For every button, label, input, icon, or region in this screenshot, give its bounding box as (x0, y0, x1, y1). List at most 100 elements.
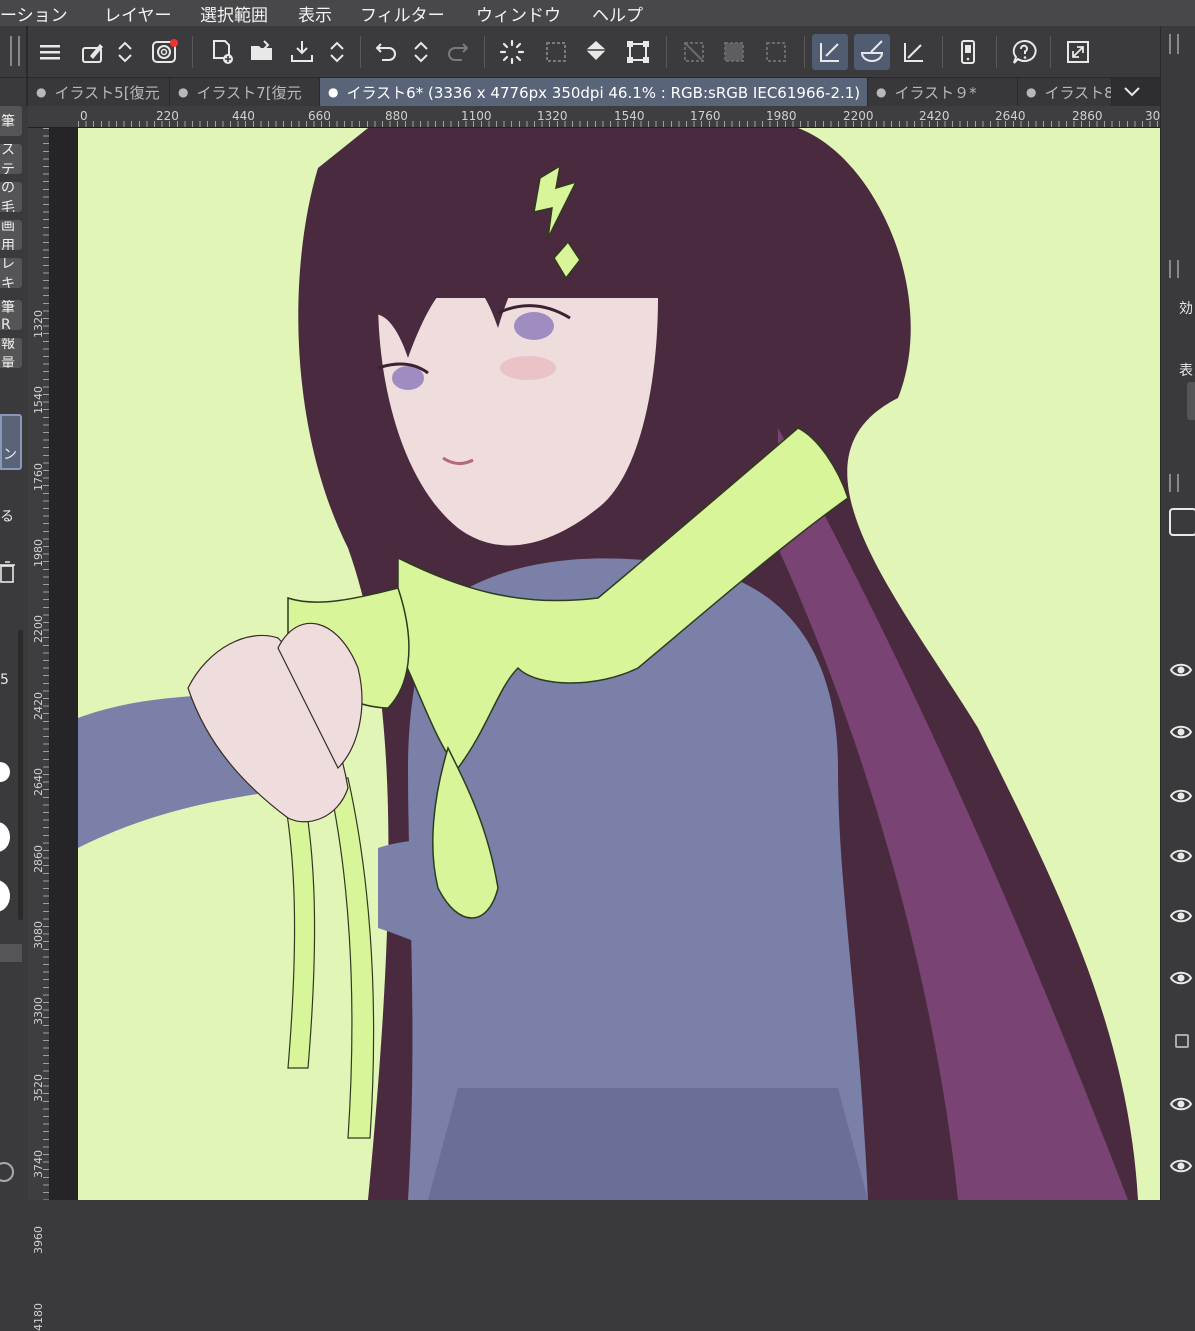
menu-item-selection[interactable]: 選択範囲 (200, 1, 268, 26)
brush-item[interactable]: 画用 (0, 220, 22, 250)
brush-item-label: 筆R (1, 300, 15, 330)
tab-dot-icon: ● (876, 85, 887, 99)
eye-icon[interactable] (1169, 1092, 1193, 1116)
layer-property-box[interactable] (1187, 382, 1195, 420)
brush-item[interactable]: レキ (0, 258, 22, 288)
ruler-ticks (43, 128, 49, 1200)
menu-item-help[interactable]: ヘルプ (592, 1, 643, 26)
menu-icon[interactable] (32, 34, 68, 70)
tab-dot-icon: ● (36, 85, 47, 99)
tab-dot-icon: ● (178, 85, 189, 99)
ruler-icon[interactable] (896, 34, 932, 70)
ruler-label: 3960 (32, 1226, 45, 1254)
brush-item[interactable]: 筆R (0, 300, 22, 330)
transform-icon[interactable] (620, 34, 656, 70)
clear-selection-icon[interactable] (758, 34, 794, 70)
selection-icon[interactable] (538, 34, 574, 70)
horizontal-ruler: 0 220 440 660 880 1100 1320 1540 1760 19… (28, 106, 1160, 128)
toolbar-divider (666, 36, 667, 68)
tab-label: イラスト8 (1044, 83, 1112, 102)
illustration-canvas[interactable] (78, 128, 1160, 1200)
fill-icon[interactable] (578, 34, 614, 70)
tab-label: イラスト5[復元 (54, 83, 160, 102)
panel-label: る (0, 509, 14, 525)
menu-item-filter[interactable]: フィルター (360, 1, 445, 26)
tab-label: イラスト7[復元 (196, 83, 302, 102)
trash-icon[interactable] (0, 560, 16, 584)
toolbar-divider (360, 36, 361, 68)
ruler-ticks (78, 121, 1160, 127)
brush-size-dot[interactable] (0, 822, 10, 852)
brush-item[interactable]: の毛 (0, 182, 22, 212)
eye-icon[interactable] (1169, 658, 1193, 682)
grip-icon[interactable] (1169, 34, 1179, 54)
pen-ruler-icon[interactable] (812, 34, 848, 70)
up-down-icon[interactable] (406, 34, 436, 70)
spiral-app-icon[interactable] (146, 34, 182, 70)
brush-item-label: の毛 (1, 182, 15, 212)
document-tab-bar: ● イラスト5[復元 ● イラスト7[復元 ● イラスト6* (3336 x 4776… (28, 78, 1160, 106)
help-icon[interactable] (1006, 34, 1042, 70)
brush-item[interactable]: 筆 (0, 106, 22, 136)
visibility-checkbox[interactable] (1175, 1034, 1189, 1048)
right-panel: 効 表 (1160, 26, 1195, 1200)
brush-size-dot[interactable] (0, 762, 10, 782)
eye-icon[interactable] (1169, 784, 1193, 808)
tab-illust-9[interactable]: ● イラスト９* (868, 78, 1018, 106)
grip-icon[interactable] (1169, 474, 1179, 492)
brush-item-selected[interactable]: ン (0, 414, 22, 470)
tab-label: イラスト９* (894, 83, 977, 102)
panel-label: 5 (0, 672, 9, 688)
brush-item[interactable]: 報量 (0, 338, 22, 368)
tab-overflow-chevron-icon[interactable] (1112, 78, 1152, 106)
fill-selection-icon[interactable] (716, 34, 752, 70)
grip-icon[interactable] (10, 36, 20, 66)
tab-illust-8[interactable]: ● イラスト8 (1018, 78, 1112, 106)
brush-item-label: ン (3, 447, 17, 463)
vertical-ruler: 1320 1540 1760 1980 2200 2420 2640 2860 … (28, 128, 50, 1331)
grip-icon[interactable] (1169, 260, 1179, 278)
menu-item-animation[interactable]: ーション (0, 1, 68, 26)
illustration (78, 128, 1138, 1200)
brush-edit-icon[interactable] (74, 34, 110, 70)
toolbar-divider (1050, 36, 1051, 68)
brush-bowl-icon[interactable] (854, 34, 890, 70)
brush-item-label: 筆 (1, 114, 15, 130)
eye-icon[interactable] (1169, 904, 1193, 928)
tab-label: イラスト6* (3336 x 4776px 350dpi 46.1% : RGB… (346, 83, 861, 102)
eye-icon[interactable] (1169, 966, 1193, 990)
new-canvas-icon[interactable] (204, 34, 240, 70)
tab-illust-7[interactable]: ● イラスト7[復元 (170, 78, 320, 106)
brush-item-label: ステ (1, 144, 15, 174)
tab-dot-icon: ● (328, 85, 339, 99)
layer-mode-button[interactable] (1169, 508, 1195, 536)
tab-illust-6[interactable]: ● イラスト6* (3336 x 4776px 350dpi 46.1% : RG… (320, 78, 868, 106)
redo-icon[interactable] (440, 34, 476, 70)
brush-item[interactable]: ステ (0, 144, 22, 174)
undo-icon[interactable] (368, 34, 404, 70)
panel-label: 表 (1179, 363, 1193, 379)
slider-track[interactable] (18, 630, 23, 920)
menu-item-view[interactable]: 表示 (298, 1, 332, 26)
toolbar-divider (484, 36, 485, 68)
up-down-icon[interactable] (322, 34, 352, 70)
expand-icon[interactable] (1060, 34, 1096, 70)
menu-item-window[interactable]: ウィンドウ (476, 1, 561, 26)
brush-size-dot[interactable] (0, 880, 10, 912)
menu-bar: ーション レイヤー 選択範囲 表示 フィルター ウィンドウ ヘルプ (0, 0, 1195, 26)
eye-icon[interactable] (1169, 1154, 1193, 1178)
left-panel: 筆 ステ の毛 画用 レキ 筆R 報量 ン る 5 (0, 106, 28, 1200)
eye-icon[interactable] (1169, 844, 1193, 868)
tab-illust-5[interactable]: ● イラスト5[復元 (28, 78, 170, 106)
loading-spinner-icon[interactable] (494, 34, 530, 70)
eye-icon[interactable] (1169, 720, 1193, 744)
menu-item-layer[interactable]: レイヤー (104, 1, 172, 26)
smartphone-icon[interactable] (950, 34, 986, 70)
hide-selection-icon[interactable] (676, 34, 712, 70)
brush-item-label: レキ (1, 258, 15, 288)
open-folder-icon[interactable] (244, 34, 280, 70)
brush-item-label: 報量 (1, 338, 15, 368)
up-down-icon[interactable] (110, 34, 140, 70)
spiral-icon[interactable] (0, 1162, 14, 1182)
save-icon[interactable] (284, 34, 320, 70)
